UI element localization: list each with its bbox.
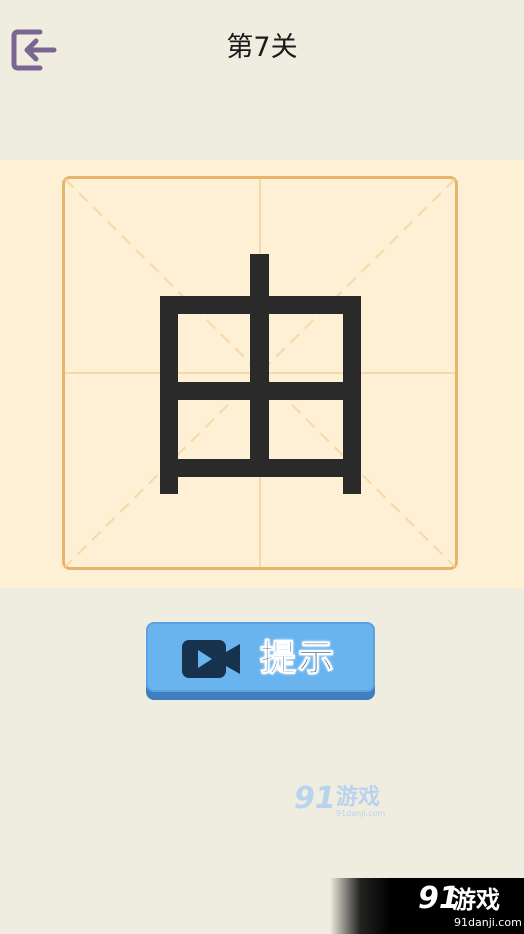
hint-button[interactable]: 提示: [146, 622, 375, 692]
watermark-text: 游戏: [336, 785, 381, 810]
video-camera-icon: [182, 640, 240, 678]
glyph-stroke-middle[interactable]: [160, 382, 361, 400]
corner-logo: 91 游戏 91danji.com: [330, 878, 524, 934]
hint-label: 提示: [259, 638, 337, 680]
watermark-logo: 91 游戏 91danji.com: [294, 782, 394, 822]
corner-logo-text: 游戏: [452, 886, 500, 914]
watermark-number: 91: [294, 781, 336, 816]
character-glyph: [160, 254, 361, 494]
corner-logo-url: 91danji.com: [454, 916, 522, 929]
glyph-stroke-bottom[interactable]: [178, 459, 343, 477]
glyph-stroke-center[interactable]: [250, 254, 269, 467]
watermark-url: 91danji.com: [336, 809, 386, 818]
